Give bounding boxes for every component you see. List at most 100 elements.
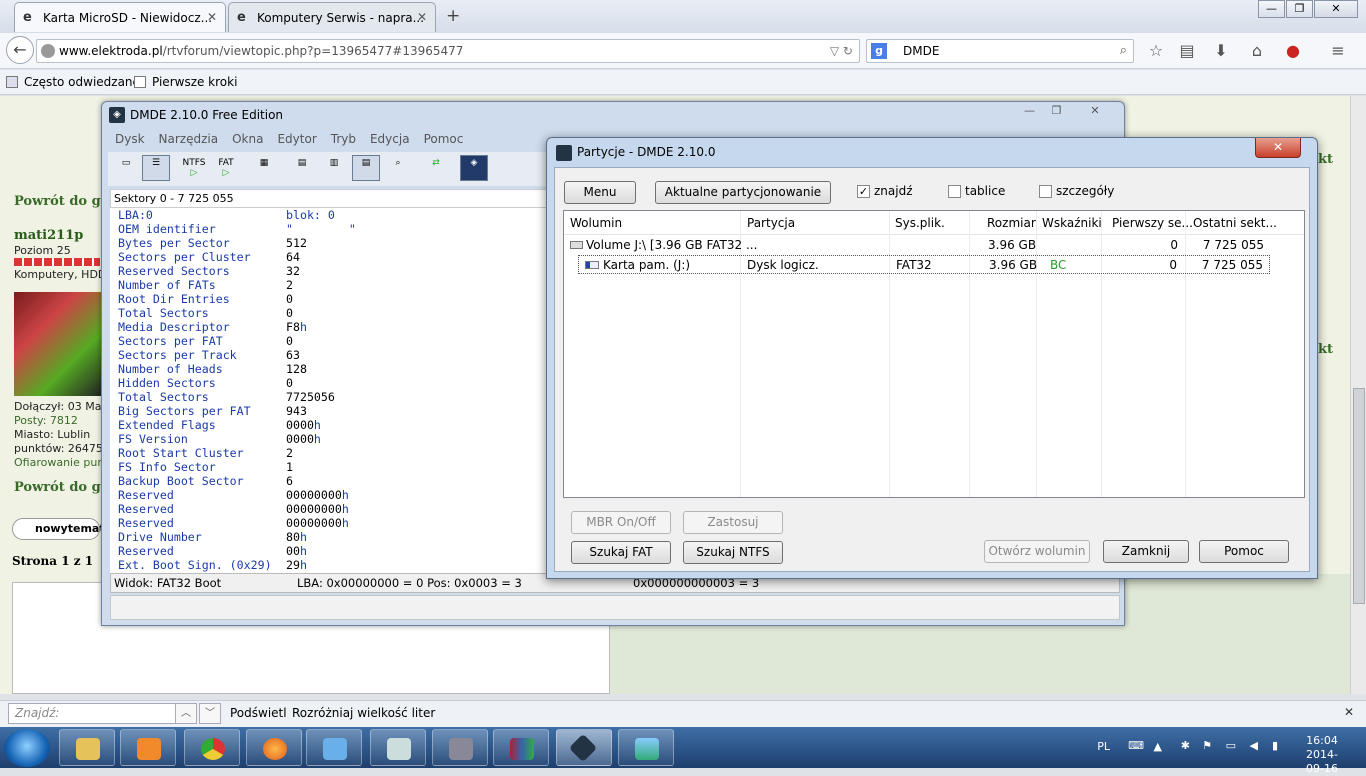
col-flags[interactable]: Wskaźniki — [1042, 216, 1102, 230]
menu-mode[interactable]: Tryb — [324, 130, 363, 150]
search-ntfs-button[interactable]: Szukaj NTFS — [683, 541, 783, 564]
new-topic-button[interactable]: nowytemat — [12, 518, 105, 540]
maximize-button[interactable]: ❐ — [1043, 102, 1070, 120]
highlight-all-button[interactable]: Podświetl — [230, 706, 287, 720]
sectors-icon[interactable]: ▦ — [250, 155, 278, 181]
col-last-sector[interactable]: Ostatni sekt... — [1193, 216, 1277, 230]
username[interactable]: mati211p — [14, 228, 83, 243]
dialog-titlebar[interactable]: Partycje - DMDE 2.10.0 — [547, 138, 1317, 166]
boot-field-row[interactable]: LBA:0 blok: 0 — [118, 208, 550, 222]
boot-field-row[interactable]: Reserved 00h — [118, 544, 550, 558]
close-dialog-button[interactable]: ✕ — [1255, 138, 1301, 158]
boot-field-row[interactable]: Root Start Cluster 2 — [118, 446, 550, 460]
mbr-toggle-button[interactable]: MBR On/Off — [571, 511, 671, 534]
details-checkbox[interactable]: szczegóły — [1039, 184, 1114, 198]
home-icon[interactable]: ⌂ — [1247, 41, 1267, 61]
boot-field-row[interactable]: Reserved Sectors 32 — [118, 264, 550, 278]
display-icon[interactable]: ▭ — [1226, 739, 1236, 752]
boot-field-row[interactable]: Media Descriptor F8h — [118, 320, 550, 334]
minimize-button[interactable]: — — [1258, 0, 1285, 18]
bookmarks-list-icon[interactable]: ▤ — [1177, 41, 1197, 61]
dmde-logo-icon[interactable]: ◈ — [460, 155, 488, 181]
boot-field-row[interactable]: FS Info Sector 1 — [118, 460, 550, 474]
menu-editor[interactable]: Edytor — [270, 130, 323, 150]
table-row[interactable]: Volume J:\ [3.96 GB FAT32 ... 3.96 GB 0 … — [564, 236, 1304, 255]
boot-field-row[interactable]: Sectors per Track 63 — [118, 348, 550, 362]
boot-field-row[interactable]: Root Dir Entries 0 — [118, 292, 550, 306]
dmde-taskbar-button[interactable] — [556, 729, 612, 766]
reload-icon[interactable]: ▽ ↻ — [830, 40, 853, 62]
tab-komputery-serwis[interactable]: e Komputery Serwis - napra... ✕ — [228, 2, 436, 32]
boot-field-row[interactable]: Total Sectors 7725056 — [118, 390, 550, 404]
close-tab-icon[interactable]: ✕ — [207, 10, 217, 24]
back-to-top-link[interactable]: Powrót do gó — [14, 194, 109, 209]
scrollbar-thumb[interactable] — [1353, 388, 1365, 604]
boot-field-row[interactable]: Total Sectors 0 — [118, 306, 550, 320]
tab-karta-microsd[interactable]: e Karta MicroSD - Niewidocz... ✕ — [14, 2, 226, 32]
boot-field-row[interactable]: Bytes per Sector 512 — [118, 236, 550, 250]
maximize-button[interactable]: ❐ — [1286, 0, 1313, 18]
bookmark-star-icon[interactable]: ☆ — [1146, 41, 1166, 61]
bookmark-getting-started[interactable]: Pierwsze kroki — [134, 75, 237, 89]
url-bar[interactable]: www.elektroda.pl/rtvforum/viewtopic.php?… — [36, 39, 860, 63]
dmde-titlebar[interactable]: ◈ DMDE 2.10.0 Free Edition — [102, 102, 1124, 128]
col-volume[interactable]: Wolumin — [570, 216, 622, 230]
explorer-taskbar-button[interactable] — [59, 729, 115, 766]
boot-field-row[interactable]: Number of Heads 128 — [118, 362, 550, 376]
minimize-button[interactable]: — — [1016, 102, 1043, 120]
boot-field-row[interactable]: FS Version 0000h — [118, 432, 550, 446]
find-input[interactable]: Znajdź: — [8, 703, 176, 724]
col-size[interactable]: Rozmiar — [987, 216, 1036, 230]
view-hex-icon[interactable]: ▤ — [288, 155, 316, 181]
boot-field-row[interactable]: Sectors per FAT 0 — [118, 334, 550, 348]
google-icon[interactable]: g — [871, 43, 887, 59]
goto-icon[interactable]: ⇄ — [422, 155, 450, 181]
boot-field-row[interactable]: Reserved 00000000h — [118, 516, 550, 530]
boot-field-row[interactable]: Reserved 00000000h — [118, 502, 550, 516]
language-indicator[interactable]: PL — [1097, 740, 1110, 753]
back-to-top-link[interactable]: Powrót do gó — [14, 480, 109, 495]
media-player-taskbar-button[interactable] — [120, 729, 176, 766]
current-partitioning-button[interactable]: Aktualne partycjonowanie — [655, 181, 831, 204]
match-case-button[interactable]: Rozróżniaj wielkość liter — [292, 706, 435, 720]
boot-field-row[interactable]: Big Sectors per FAT 943 — [118, 404, 550, 418]
keyboard-icon[interactable]: ⌨ — [1128, 739, 1144, 752]
boot-field-row[interactable]: Number of FATs 2 — [118, 278, 550, 292]
boot-field-row[interactable]: Extended Flags 0000h — [118, 418, 550, 432]
disk-icon[interactable]: ▭ — [112, 155, 140, 181]
boot-field-row[interactable]: Reserved 00000000h — [118, 488, 550, 502]
tables-checkbox[interactable]: tablice — [948, 184, 1005, 198]
clock[interactable]: 16:04 2014-09-16 — [1306, 734, 1338, 776]
menu-disk[interactable]: Dysk — [108, 130, 152, 150]
view-search-icon[interactable]: ⌕ — [384, 155, 412, 181]
menu-edit[interactable]: Edycja — [363, 130, 417, 150]
boot-field-row[interactable]: Sectors per Cluster 64 — [118, 250, 550, 264]
chrome-taskbar-button[interactable] — [184, 729, 240, 766]
donate-link[interactable]: Ofiarowanie pun — [14, 456, 104, 469]
volume-icon[interactable]: ◀ — [1250, 739, 1258, 752]
control-panel-taskbar-button[interactable] — [306, 729, 362, 766]
page-scrollbar[interactable] — [1350, 96, 1366, 694]
bookmark-most-visited[interactable]: Często odwiedzane — [6, 75, 140, 89]
view-text-icon[interactable]: ▥ — [320, 155, 348, 181]
user-posts[interactable]: Posty: 7812 — [14, 414, 78, 427]
download-icon[interactable]: ⬇ — [1211, 41, 1231, 61]
close-window-button[interactable]: ✕ — [1314, 0, 1358, 18]
right-link[interactable]: kt — [1318, 342, 1333, 357]
right-link[interactable]: kt — [1318, 152, 1333, 167]
phone-taskbar-button[interactable] — [370, 729, 426, 766]
adblock-icon[interactable]: ● — [1283, 41, 1303, 61]
menu-windows[interactable]: Okna — [225, 130, 270, 150]
menu-help[interactable]: Pomoc — [417, 130, 471, 150]
menu-button[interactable]: Menu — [564, 181, 636, 204]
new-tab-button[interactable]: + — [446, 6, 460, 26]
search-fat-button[interactable]: Szukaj FAT — [571, 541, 671, 564]
boot-field-row[interactable]: Ext. Boot Sign. (0x29) 29h — [118, 558, 550, 572]
col-filesystem[interactable]: Sys.plik. — [895, 216, 945, 230]
winrar-taskbar-button[interactable] — [493, 729, 549, 766]
image-viewer-taskbar-button[interactable] — [618, 729, 674, 766]
boot-sector-view[interactable]: LBA:0 blok: 0 OEM identifier " " Bytes per S… — [110, 208, 550, 573]
boot-field-row[interactable]: Drive Number 80h — [118, 530, 550, 544]
col-first-sector[interactable]: Pierwszy se... — [1112, 216, 1193, 230]
search-icon[interactable]: ⌕ — [1120, 40, 1127, 62]
